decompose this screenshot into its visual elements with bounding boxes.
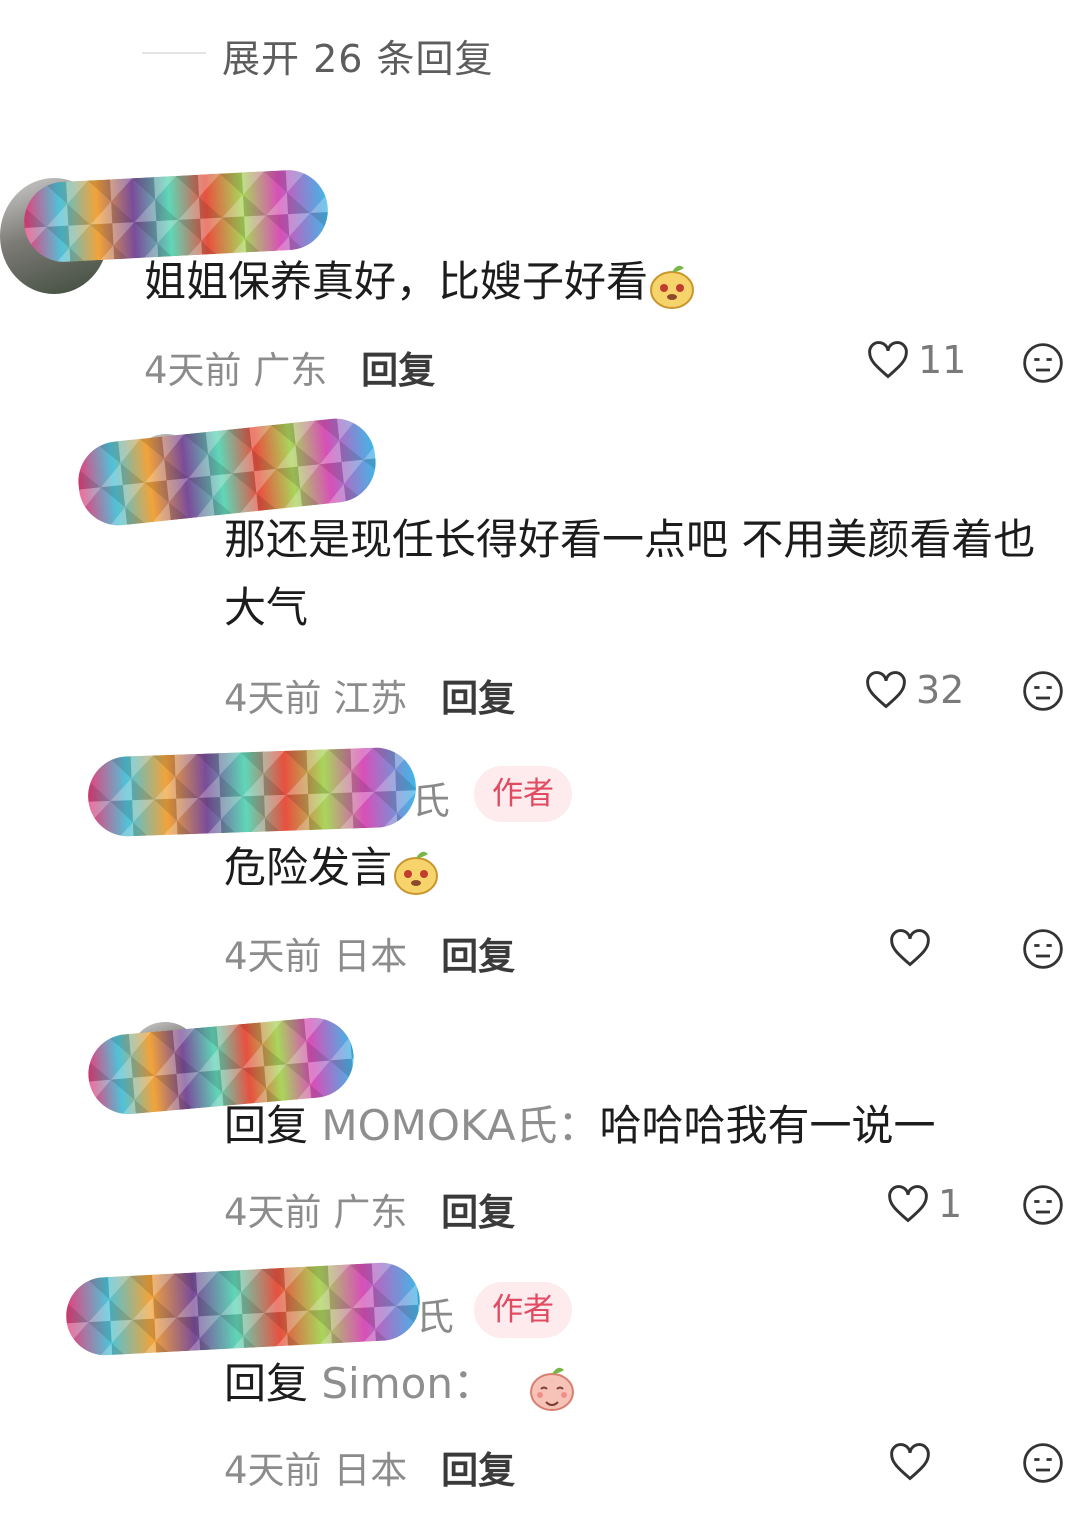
author-badge: 作者 — [474, 766, 572, 822]
like-count: 1 — [938, 1182, 963, 1226]
reply-button[interactable]: 回复 — [441, 1191, 515, 1234]
heart-outline-icon — [890, 929, 930, 967]
meh-face-icon[interactable] — [1022, 342, 1064, 384]
comment-text: 危险发言 — [224, 834, 440, 902]
shy-peach-emoji — [530, 1367, 575, 1411]
like-button[interactable]: 1 — [886, 1182, 962, 1226]
comment-meta: 4天前 日本 回复 — [224, 926, 515, 980]
reply-button[interactable]: 回复 — [441, 935, 515, 978]
heart-outline-icon — [868, 341, 908, 379]
reply-prefix: 回复 — [224, 1359, 309, 1408]
comment-location: 日本 — [333, 1449, 408, 1492]
comment-body: 姐姐保养真好，比嫂子好看 — [144, 257, 649, 306]
username-tail[interactable]: 氏 — [416, 1286, 454, 1341]
heart-outline-icon — [890, 1443, 930, 1481]
expand-replies-link[interactable]: 展开 26 条回复 — [222, 28, 494, 83]
reply-prefix: 回复 — [224, 1101, 309, 1150]
like-count: 11 — [918, 338, 967, 382]
username-redacted[interactable] — [86, 746, 418, 838]
like-button[interactable] — [888, 1440, 940, 1484]
comment-meta: 4天前 江苏 回复 — [224, 668, 515, 722]
comment-time: 4天前 — [224, 935, 322, 978]
reply-button[interactable]: 回复 — [441, 677, 515, 720]
author-badge: 作者 — [474, 1282, 572, 1338]
meh-face-icon[interactable] — [1022, 928, 1064, 970]
comment-text: 那还是现任长得好看一点吧 不用美颜看着也 — [224, 515, 1036, 564]
expand-divider — [142, 52, 206, 54]
username-tail[interactable]: 氏 — [412, 770, 450, 825]
comment-location: 日本 — [333, 935, 408, 978]
reply-button[interactable]: 回复 — [361, 349, 435, 392]
meh-face-icon[interactable] — [1022, 1184, 1064, 1226]
comment-meta: 4天前 广东 回复 — [224, 1182, 515, 1236]
comment-location: 江苏 — [333, 677, 408, 720]
comment-text: 姐姐保养真好，比嫂子好看 — [144, 248, 696, 316]
comment-time: 4天前 — [224, 1449, 322, 1492]
peach-face-emoji — [650, 265, 695, 309]
like-button[interactable]: 11 — [866, 338, 966, 382]
username-redacted[interactable] — [64, 1260, 422, 1358]
reply-button[interactable]: 回复 — [441, 1449, 515, 1492]
like-count: 32 — [916, 668, 965, 712]
heart-outline-icon — [888, 1185, 928, 1223]
mention-link[interactable]: MOMOKA氏： — [321, 1101, 599, 1150]
like-button[interactable]: 32 — [864, 668, 964, 712]
like-button[interactable] — [888, 926, 940, 970]
meh-face-icon[interactable] — [1022, 670, 1064, 712]
heart-outline-icon — [866, 671, 906, 709]
comment-location: 广东 — [253, 349, 328, 392]
comment-text: 回复 MOMOKA氏：哈哈哈我有一说一 — [224, 1092, 936, 1160]
mention-link[interactable]: Simon： — [321, 1359, 495, 1408]
comment-time: 4天前 — [224, 677, 322, 720]
meh-face-icon[interactable] — [1022, 1442, 1064, 1484]
comment-text-line2: 大气 — [224, 583, 309, 632]
comment-body: 哈哈哈我有一说一 — [599, 1101, 936, 1150]
comment-body: 危险发言 — [224, 843, 393, 892]
peach-face-emoji — [394, 851, 439, 895]
comment-meta: 4天前 广东 回复 — [144, 340, 435, 394]
comment-location: 广东 — [333, 1191, 408, 1234]
comment-text: 回复 Simon： — [224, 1350, 576, 1418]
comment-time: 4天前 — [144, 349, 242, 392]
comment-time: 4天前 — [224, 1191, 322, 1234]
comment-meta: 4天前 日本 回复 — [224, 1440, 515, 1494]
